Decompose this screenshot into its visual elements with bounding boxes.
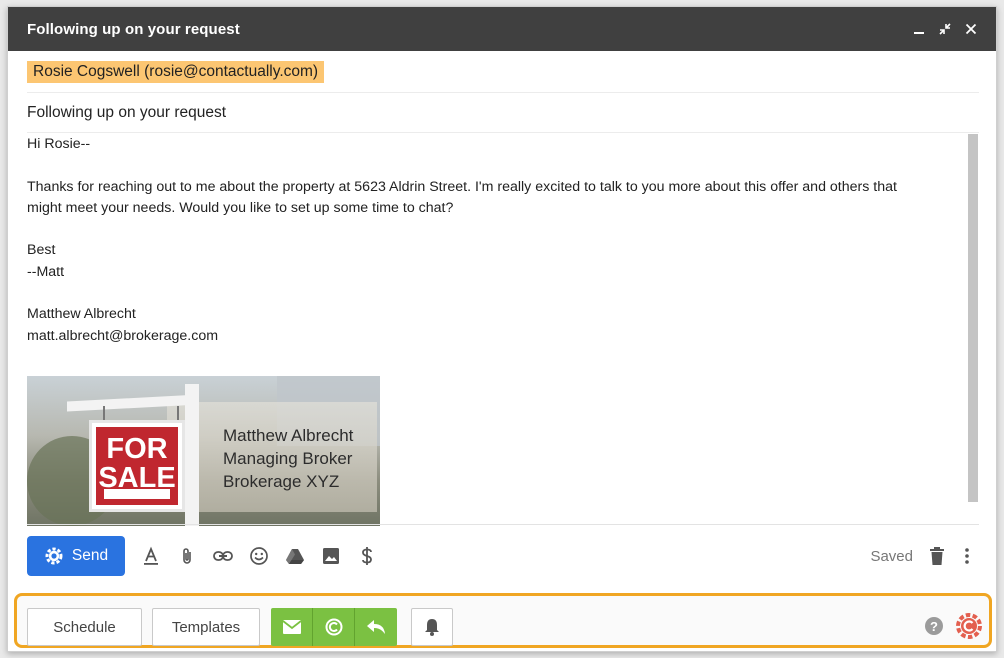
recipient-chip[interactable]: Rosie Cogswell (rosie@contactually.com) bbox=[27, 60, 325, 83]
contactually-c-icon bbox=[325, 618, 342, 636]
subject-field[interactable]: Following up on your request bbox=[27, 93, 979, 133]
dollar-icon[interactable] bbox=[349, 538, 385, 574]
more-options-icon[interactable] bbox=[955, 538, 979, 574]
body-greeting: Hi Rosie-- bbox=[27, 136, 91, 152]
reply-icon bbox=[367, 620, 385, 634]
reminder-button[interactable] bbox=[411, 608, 453, 646]
image-icon[interactable] bbox=[313, 538, 349, 574]
help-icon[interactable]: ? bbox=[925, 617, 943, 635]
signature-image-title: Managing Broker bbox=[223, 449, 353, 468]
body-paragraph-line: Thanks for reaching out to me about the … bbox=[27, 178, 897, 195]
minimize-icon[interactable] bbox=[906, 16, 932, 42]
link-icon[interactable] bbox=[205, 538, 241, 574]
send-button[interactable]: Send bbox=[27, 536, 125, 576]
attach-icon[interactable] bbox=[169, 538, 205, 574]
signature-image: FOR SALE Matthew Albrecht Managing Broke… bbox=[27, 376, 380, 526]
body-closing-name: --Matt bbox=[27, 263, 65, 280]
signature-name: Matthew Albrecht bbox=[27, 306, 136, 323]
recipients-field[interactable]: Rosie Cogswell (rosie@contactually.com) bbox=[27, 51, 979, 93]
drive-icon[interactable] bbox=[277, 538, 313, 574]
signature-image-name: Matthew Albrecht bbox=[223, 426, 354, 445]
reply-tracking-button[interactable] bbox=[355, 608, 397, 646]
contactually-tracking-button[interactable] bbox=[313, 608, 355, 646]
saved-status: Saved bbox=[870, 547, 913, 565]
sign-text-for: FOR bbox=[106, 433, 168, 465]
compose-titlebar: Following up on your request bbox=[8, 7, 996, 51]
schedule-button[interactable]: Schedule bbox=[27, 608, 142, 646]
close-icon[interactable] bbox=[958, 16, 984, 42]
compose-window: Following up on your request Rosie Cogsw… bbox=[7, 6, 997, 652]
tracking-button-group bbox=[271, 608, 397, 646]
signature-email: matt.albrecht@brokerage.com bbox=[27, 327, 219, 344]
emoji-icon[interactable] bbox=[241, 538, 277, 574]
compose-toolbar: Send Saved bbox=[27, 535, 979, 577]
templates-button[interactable]: Templates bbox=[152, 608, 260, 646]
format-text-icon[interactable] bbox=[133, 538, 169, 574]
signature-image-text: Matthew Albrecht Managing Broker Brokera… bbox=[223, 424, 353, 493]
contactually-gear-icon bbox=[45, 547, 63, 565]
body-closing: Best bbox=[27, 242, 56, 259]
envelope-icon bbox=[281, 620, 302, 634]
send-label: Send bbox=[71, 547, 109, 564]
bell-icon bbox=[425, 619, 439, 636]
fullscreen-exit-icon[interactable] bbox=[932, 16, 958, 42]
compose-title: Following up on your request bbox=[27, 20, 240, 38]
trash-icon[interactable] bbox=[919, 538, 955, 574]
email-tracking-button[interactable] bbox=[271, 608, 313, 646]
for-sale-sign: FOR SALE bbox=[89, 420, 185, 512]
body-paragraph-line: might meet your needs. Would you like to… bbox=[27, 199, 454, 216]
contactually-extension-bar: Schedule Templates ? bbox=[14, 593, 992, 648]
contactually-logo-icon[interactable] bbox=[955, 612, 983, 640]
signature-image-company: Brokerage XYZ bbox=[223, 472, 340, 491]
body-scrollbar[interactable] bbox=[968, 134, 978, 502]
